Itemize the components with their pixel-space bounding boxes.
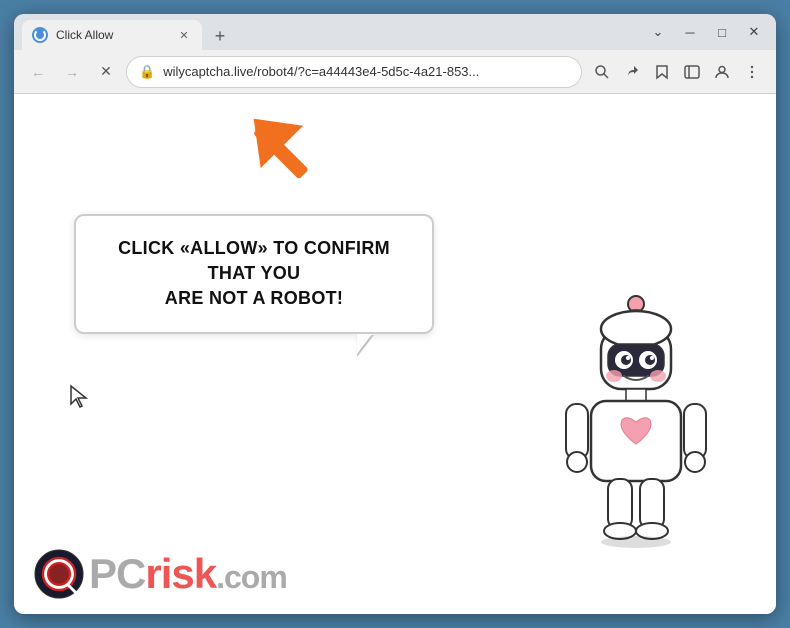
lock-icon: 🔒 [139, 64, 155, 80]
pcrisk-logo: PCrisk.com [34, 549, 287, 599]
search-icon [594, 64, 610, 80]
profile-icon-button[interactable] [708, 58, 736, 86]
pcrisk-domain-text: .com [216, 559, 287, 595]
pcrisk-pc-text: PC [89, 550, 145, 597]
menu-icon-button[interactable] [738, 58, 766, 86]
share-icon-button[interactable] [618, 58, 646, 86]
title-bar: Click Allow ✕ + ⌄ ─ □ ✕ [14, 14, 776, 50]
sidebar-icon-button[interactable] [678, 58, 706, 86]
bookmark-icon-button[interactable] [648, 58, 676, 86]
active-tab[interactable]: Click Allow ✕ [22, 20, 202, 50]
menu-icon [744, 64, 760, 80]
window-controls: ⌄ ─ □ ✕ [644, 18, 768, 46]
bubble-line1: CLICK «ALLOW» TO CONFIRM THAT YOU [118, 238, 390, 283]
reload-button[interactable]: ✕ [92, 58, 120, 86]
minimize-button[interactable]: ─ [676, 18, 704, 46]
toolbar-icons [588, 58, 766, 86]
chevron-down-button[interactable]: ⌄ [644, 18, 672, 46]
toolbar: ← → ✕ 🔒 wilycaptcha.live/robot4/?c=a4444… [14, 50, 776, 94]
bubble-text: CLICK «ALLOW» TO CONFIRM THAT YOU ARE NO… [101, 236, 407, 312]
address-bar[interactable]: 🔒 wilycaptcha.live/robot4/?c=a44443e4-5d… [126, 56, 582, 88]
close-button[interactable]: ✕ [740, 18, 768, 46]
bookmark-icon [654, 64, 670, 80]
pcrisk-icon [34, 549, 84, 599]
tab-title: Click Allow [56, 28, 113, 42]
back-button[interactable]: ← [24, 58, 52, 86]
browser-window: Click Allow ✕ + ⌄ ─ □ ✕ ← → ✕ 🔒 wilycapt… [14, 14, 776, 614]
speech-bubble: CLICK «ALLOW» TO CONFIRM THAT YOU ARE NO… [74, 214, 434, 334]
profile-icon [714, 64, 730, 80]
maximize-button[interactable]: □ [708, 18, 736, 46]
tab-favicon [32, 27, 48, 43]
url-text: wilycaptcha.live/robot4/?c=a44443e4-5d5c… [163, 64, 569, 79]
tab-close-button[interactable]: ✕ [176, 27, 192, 43]
sidebar-icon [684, 64, 700, 80]
share-icon [624, 64, 640, 80]
search-icon-button[interactable] [588, 58, 616, 86]
bubble-line2: ARE NOT A ROBOT! [165, 288, 343, 308]
content-area: CLICK «ALLOW» TO CONFIRM THAT YOU ARE NO… [14, 94, 776, 614]
forward-button[interactable]: → [58, 58, 86, 86]
tab-area: Click Allow ✕ + [22, 14, 640, 50]
robot-illustration [536, 294, 736, 574]
orange-arrow [234, 104, 344, 209]
pcrisk-risk-text: risk [145, 550, 216, 597]
mouse-cursor [69, 384, 89, 413]
pcrisk-wordmark: PCrisk.com [89, 553, 287, 595]
new-tab-button[interactable]: + [206, 22, 234, 50]
robot-svg [536, 294, 736, 574]
